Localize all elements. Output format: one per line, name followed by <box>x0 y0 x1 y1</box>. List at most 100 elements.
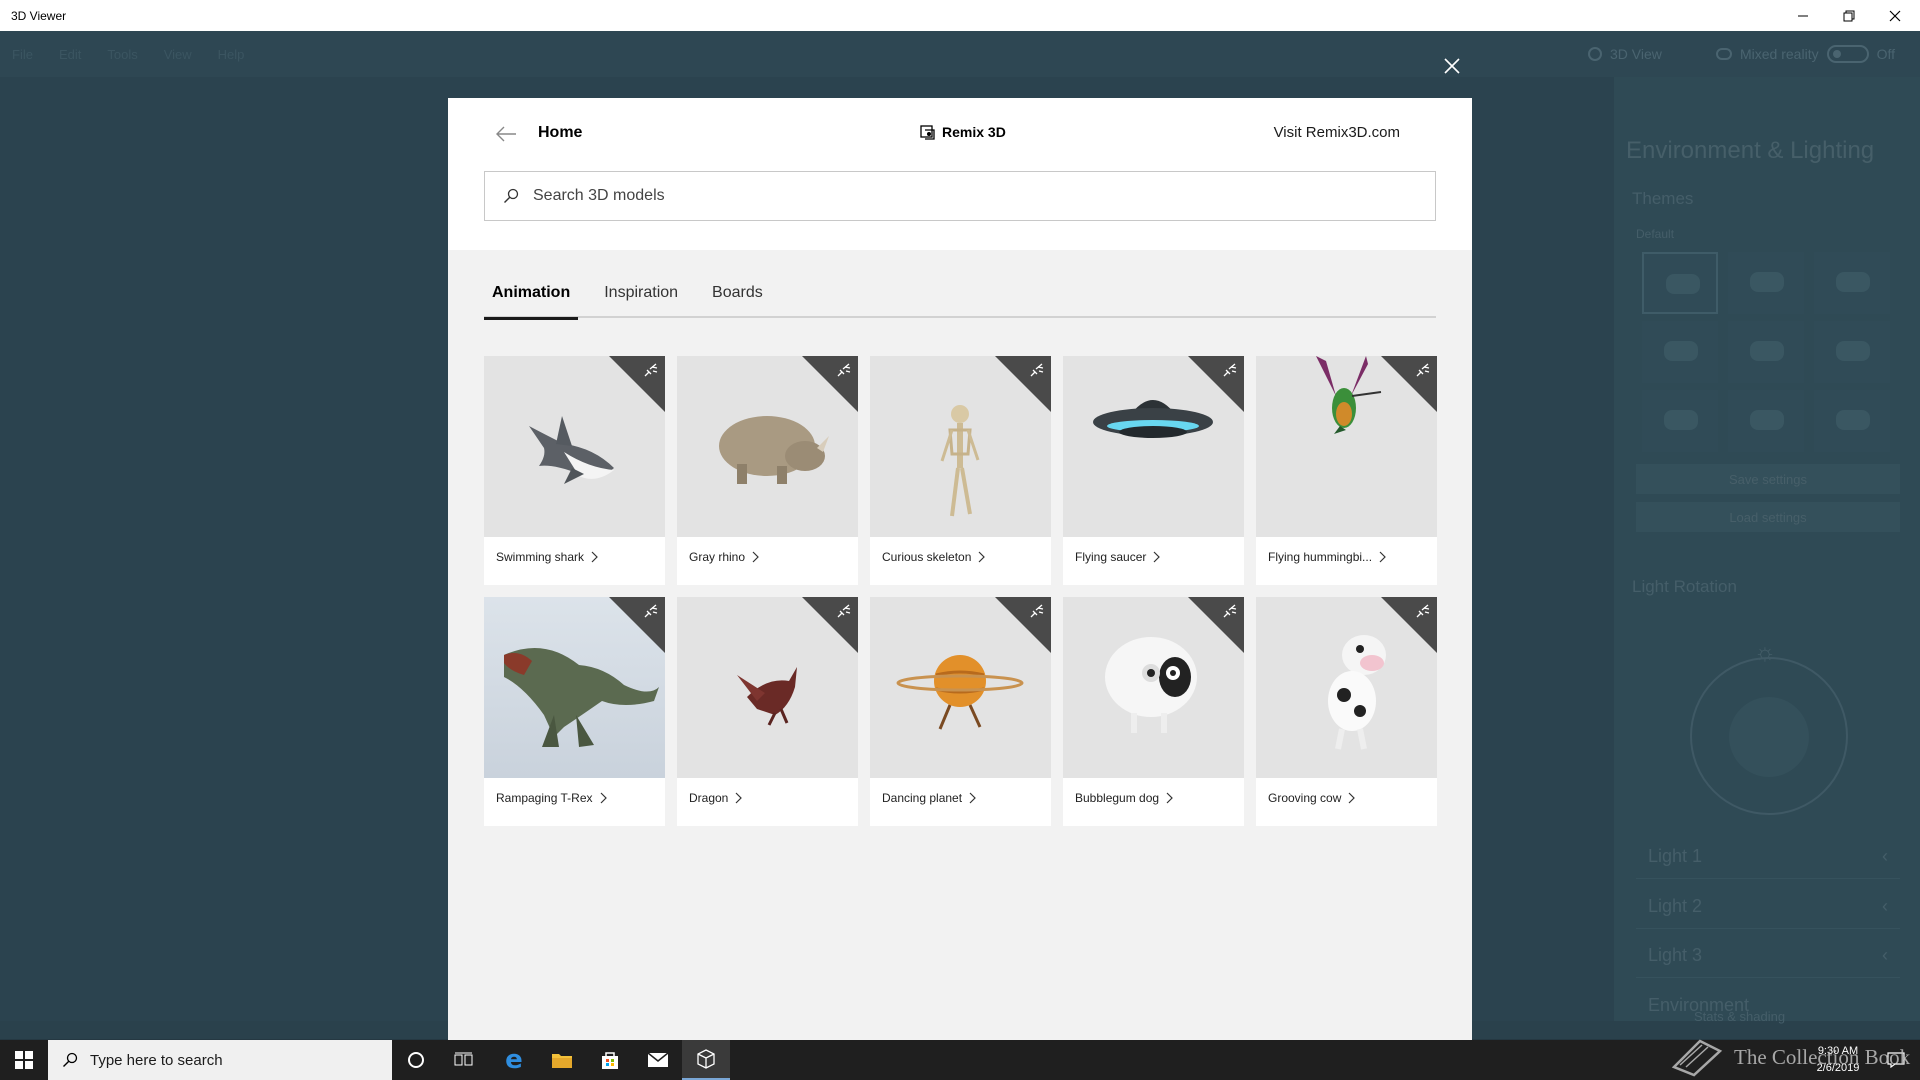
model-card-gray-rhino[interactable]: Gray rhino <box>677 356 858 585</box>
model-card-swimming-shark[interactable]: Swimming shark <box>484 356 665 585</box>
environment-panel: Environment & Lighting Themes Default Sa… <box>1614 77 1920 1037</box>
taskbar-search-input[interactable] <box>90 1051 370 1069</box>
light-3-row[interactable]: Light 3 ‹ <box>1636 934 1900 978</box>
3d-viewer-taskbar-button[interactable] <box>682 1040 730 1080</box>
themes-heading[interactable]: Themes <box>1632 189 1693 209</box>
menu-file[interactable]: File <box>12 47 33 62</box>
chevron-right-icon <box>1166 792 1173 804</box>
visit-remix3d-link[interactable]: Visit Remix3D.com <box>1274 124 1400 141</box>
theme-thumb[interactable] <box>1814 321 1890 383</box>
dialog-header: Home Remix 3D Visit Remix3D.com <box>448 98 1472 250</box>
category-tabs: Animation Inspiration Boards <box>484 268 1436 320</box>
model-name: Flying saucer <box>1075 550 1147 564</box>
mail-icon <box>647 1052 669 1067</box>
tab-animation[interactable]: Animation <box>484 268 579 320</box>
search-input[interactable] <box>533 187 1413 205</box>
animation-icon <box>837 604 851 618</box>
view-mode-label: 3D View <box>1610 46 1662 62</box>
model-card-curious-skeleton[interactable]: Curious skeleton <box>870 356 1051 585</box>
default-label: Default <box>1636 227 1675 241</box>
model-label: Rampaging T-Rex <box>496 791 608 805</box>
restore-button[interactable] <box>1826 0 1872 31</box>
folder-icon <box>552 1054 572 1068</box>
chevron-right-icon <box>1153 551 1161 563</box>
mixed-reality-control[interactable]: Mixed reality Off <box>1716 31 1895 77</box>
chevron-right-icon <box>752 551 759 563</box>
menu-view[interactable]: View <box>164 47 192 62</box>
model-card-flying-hummingbird[interactable]: Flying hummingbi... <box>1256 356 1437 585</box>
light-1-row[interactable]: Light 1 ‹ <box>1636 835 1900 879</box>
theme-thumb[interactable] <box>1728 252 1804 314</box>
theme-thumb[interactable] <box>1728 321 1804 383</box>
light-rotation-center <box>1729 697 1809 777</box>
tab-boards[interactable]: Boards <box>704 268 771 318</box>
load-settings-button[interactable]: Load settings <box>1636 502 1900 532</box>
search-box[interactable] <box>484 171 1436 221</box>
theme-thumb[interactable] <box>1642 321 1718 383</box>
task-view-button[interactable] <box>440 1040 488 1080</box>
file-explorer-button[interactable] <box>538 1040 586 1080</box>
model-card-dancing-planet[interactable]: Dancing planet <box>870 597 1051 826</box>
watermark: The Collection Book <box>1670 1034 1910 1080</box>
theme-thumb[interactable] <box>1642 252 1718 314</box>
animation-icon <box>1030 363 1044 377</box>
close-icon <box>1444 58 1460 74</box>
model-label: Bubblegum dog <box>1075 791 1174 805</box>
animation-icon <box>1030 604 1044 618</box>
view-mode[interactable]: 3D View <box>1588 31 1662 77</box>
light-rotation-heading[interactable]: Light Rotation <box>1632 577 1737 597</box>
close-dialog-button[interactable] <box>1440 54 1464 78</box>
save-settings-button[interactable]: Save settings <box>1636 464 1900 494</box>
panel-title: Environment & Lighting <box>1626 137 1875 164</box>
chevron-right-icon <box>1348 792 1356 804</box>
chevron-right-icon <box>1379 551 1386 563</box>
tab-inspiration[interactable]: Inspiration <box>596 268 686 318</box>
theme-thumb[interactable] <box>1728 390 1804 452</box>
dialog-title: Home <box>538 124 583 141</box>
animation-icon <box>1223 363 1237 377</box>
model-card-grooving-cow[interactable]: Grooving cow <box>1256 597 1437 826</box>
brand-label: Remix 3D <box>942 124 1006 140</box>
store-button[interactable] <box>586 1040 634 1080</box>
menu-help[interactable]: Help <box>218 47 245 62</box>
minimize-button[interactable] <box>1780 0 1826 31</box>
stats-toggle[interactable]: Stats & shading <box>1694 1009 1785 1024</box>
toggle-state: Off <box>1876 46 1896 62</box>
model-card-flying-saucer[interactable]: Flying saucer <box>1063 356 1244 585</box>
mail-button[interactable] <box>634 1040 682 1080</box>
remix3d-logo-icon <box>920 125 935 140</box>
chevron-right-icon <box>591 551 598 563</box>
menu-edit[interactable]: Edit <box>59 47 81 62</box>
model-name: Swimming shark <box>496 550 585 564</box>
theme-thumb[interactable] <box>1642 390 1718 452</box>
chevron-right-icon <box>735 792 743 804</box>
chevron-right-icon <box>969 792 976 804</box>
book-logo-icon <box>1671 1039 1723 1077</box>
theme-thumb[interactable] <box>1814 252 1890 314</box>
close-window-button[interactable] <box>1872 0 1918 31</box>
minimize-icon <box>1798 15 1808 16</box>
mixed-reality-icon <box>1716 48 1732 60</box>
model-card-rampaging-trex[interactable]: Rampaging T-Rex <box>484 597 665 826</box>
model-card-dragon[interactable]: Dragon <box>677 597 858 826</box>
theme-thumb[interactable] <box>1814 390 1890 452</box>
model-card-bubblegum-dog[interactable]: Bubblegum dog <box>1063 597 1244 826</box>
mixed-reality-label: Mixed reality <box>1740 46 1819 62</box>
animation-icon <box>1416 604 1430 618</box>
model-label: Flying hummingbi... <box>1268 550 1387 564</box>
start-button[interactable] <box>0 1040 48 1080</box>
back-button[interactable] <box>494 122 518 146</box>
menu-tools[interactable]: Tools <box>107 47 137 62</box>
model-name: Curious skeleton <box>882 550 972 564</box>
light-2-row[interactable]: Light 2 ‹ <box>1636 885 1900 929</box>
remix3d-brand: Remix 3D <box>920 124 1006 140</box>
taskbar-search[interactable] <box>48 1040 392 1080</box>
cube-icon <box>1588 47 1602 61</box>
cortana-button[interactable] <box>392 1040 440 1080</box>
chevron-right-icon <box>600 792 607 804</box>
arrow-left-icon <box>496 126 516 142</box>
model-name: Grooving cow <box>1268 791 1342 805</box>
mixed-reality-toggle[interactable] <box>1826 45 1869 63</box>
taskbar: e 9:30 AM 2/6/2019 <box>0 1040 1920 1080</box>
edge-button[interactable]: e <box>490 1040 538 1080</box>
